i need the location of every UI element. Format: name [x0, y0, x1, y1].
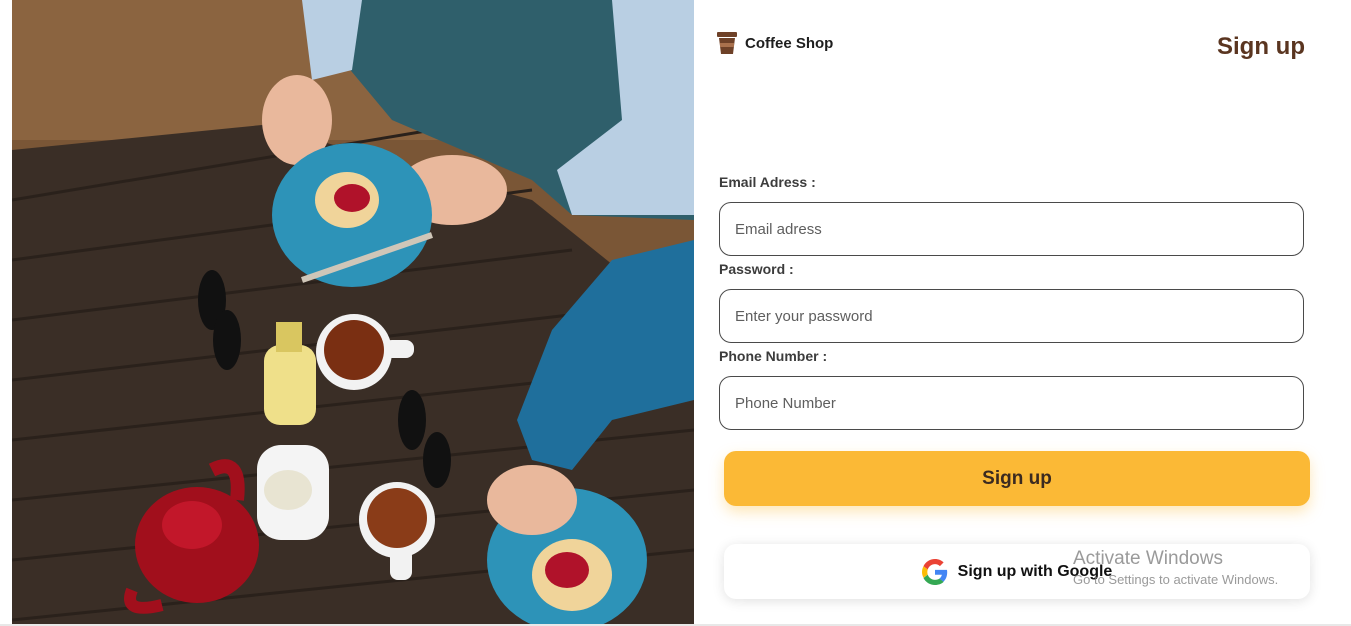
page-title: Sign up — [1217, 33, 1305, 60]
hero-photo — [12, 0, 694, 626]
password-input[interactable] — [719, 289, 1304, 343]
brand-name: Coffee Shop — [745, 34, 834, 52]
email-input[interactable] — [719, 202, 1304, 256]
phone-label: Phone Number : — [719, 348, 828, 364]
activate-windows-watermark: Activate Windows Go to Settings to activ… — [1073, 548, 1278, 587]
brand[interactable]: Coffee Shop — [717, 32, 833, 54]
email-label: Email Adress : — [719, 174, 816, 190]
signup-button[interactable]: Sign up — [724, 451, 1310, 506]
password-label: Password : — [719, 261, 794, 277]
coffee-cup-icon — [717, 32, 737, 54]
google-g-icon — [921, 558, 947, 585]
watermark-title: Activate Windows — [1073, 548, 1223, 569]
coffee-table-illustration — [12, 0, 694, 626]
watermark-subtitle: Go to Settings to activate Windows. — [1073, 572, 1279, 587]
phone-input[interactable] — [719, 376, 1304, 430]
